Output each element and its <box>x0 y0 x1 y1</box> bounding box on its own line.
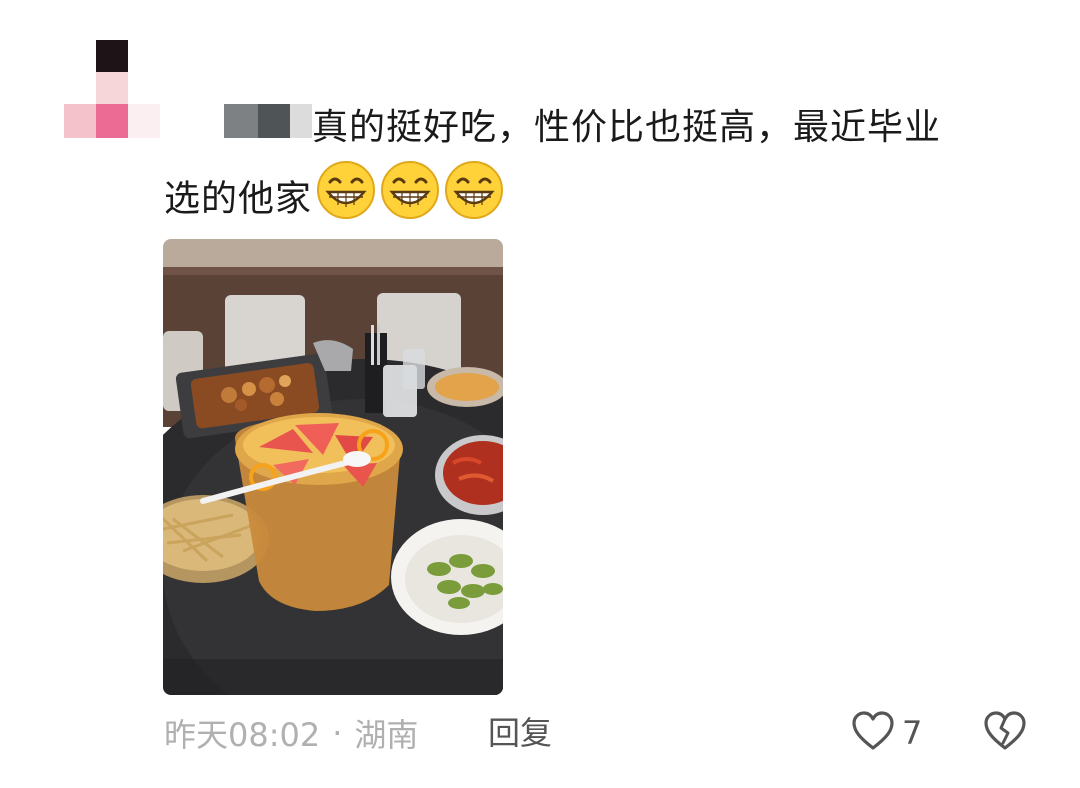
reply-button[interactable]: 回复 <box>488 708 552 758</box>
comment-photo[interactable] <box>163 239 503 695</box>
emoji-group <box>316 160 508 241</box>
comment-item: 真的挺好吃，性价比也挺高，最近毕业 选的他家 昨天08:02 · 湖南 回复 7 <box>0 0 1080 788</box>
restaurant-table-photo <box>163 239 503 695</box>
comment-meta: 昨天08:02 · 湖南 <box>164 708 418 758</box>
comment-text-line2: 选的他家 <box>164 178 313 220</box>
location: 湖南 <box>354 716 419 754</box>
dislike-button[interactable] <box>982 710 1028 756</box>
avatar[interactable] <box>64 40 164 140</box>
timestamp: 昨天08:02 <box>164 716 321 754</box>
grin-emoji <box>316 160 376 241</box>
broken-heart-icon <box>982 711 1028 756</box>
heart-outline-icon <box>850 710 896 756</box>
comment-text: 真的挺好吃，性价比也挺高，最近毕业 选的他家 <box>164 96 1044 241</box>
meta-separator: · <box>332 714 343 752</box>
like-count: 7 <box>902 714 923 752</box>
grin-emoji <box>444 160 504 241</box>
grin-emoji <box>380 160 440 241</box>
like-button[interactable]: 7 <box>850 710 922 756</box>
comment-text-line1: 真的挺好吃，性价比也挺高，最近毕业 <box>312 107 942 148</box>
